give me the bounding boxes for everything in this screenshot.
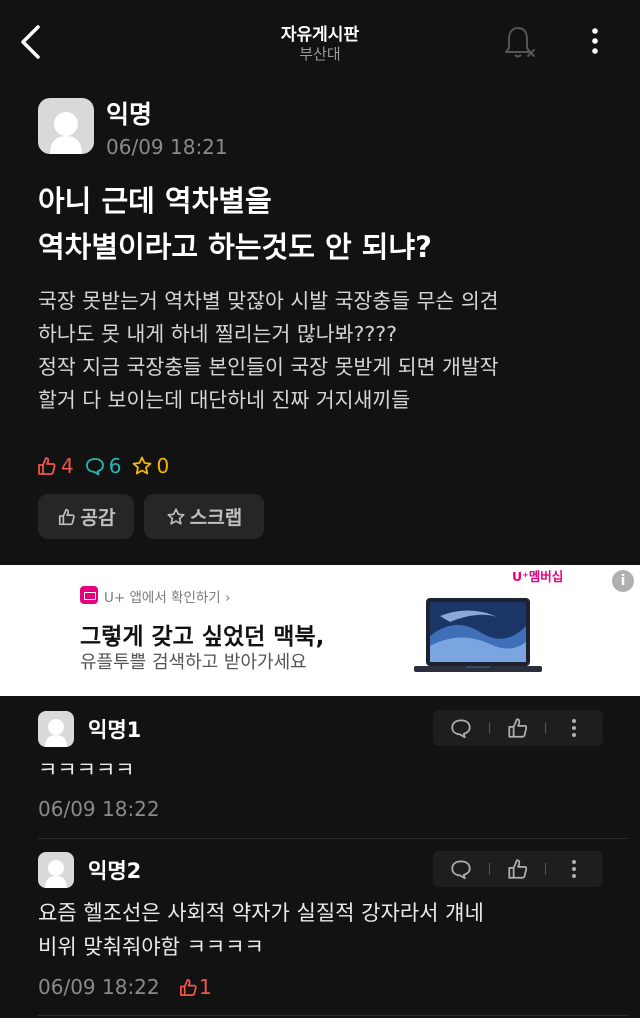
- thumbs-up-icon: [508, 859, 528, 879]
- comment-count-value: 6: [108, 454, 122, 478]
- star-icon: [133, 456, 152, 475]
- scrap-button[interactable]: 스크랩: [144, 494, 264, 539]
- post-author: 익명: [106, 100, 153, 129]
- board-title: 자유게시판: [280, 25, 360, 45]
- comment-text-line: 비위 맞춰줘야함 ㅋㅋㅋㅋ: [38, 935, 264, 959]
- ad-headline: 그렇게 갖고 싶었던 맥북,: [80, 624, 325, 650]
- comment-actions: [433, 851, 603, 887]
- comment-text: ㅋㅋㅋㅋㅋ: [38, 753, 135, 787]
- school-name: 부산대: [299, 45, 341, 63]
- thumbs-up-icon: [180, 978, 197, 996]
- post-body-line: 할거 다 보이는데 대단하네 진짜 거지새끼들: [38, 388, 411, 412]
- like-count-value: 4: [61, 454, 74, 478]
- divider: [545, 722, 546, 734]
- divider: [545, 863, 546, 875]
- thumbs-up-icon: [58, 508, 75, 525]
- uplus-app-icon: [80, 586, 98, 604]
- more-vertical-icon: [572, 860, 576, 878]
- comment-more-button[interactable]: [561, 716, 587, 740]
- anonymous-avatar-icon: [45, 719, 67, 747]
- thumbs-up-icon: [38, 457, 56, 475]
- comment-bubble-icon: [451, 860, 471, 880]
- scrap-count: 0: [131, 454, 169, 478]
- laptop-image: [410, 596, 546, 676]
- star-icon: [167, 507, 185, 525]
- post-title-line: 역차별이라고 하는것도 안 되냐?: [38, 230, 432, 264]
- comment-like-button[interactable]: [505, 857, 531, 881]
- more-vertical-icon: [592, 28, 598, 54]
- like-button-label: 공감: [80, 507, 116, 529]
- comment-divider: [38, 1015, 628, 1016]
- comment-like-count: 1: [178, 975, 212, 999]
- scrap-count-value: 0: [156, 454, 170, 478]
- ad-link-text[interactable]: U+ 앱에서 확인하기 ›: [104, 586, 230, 606]
- comment-date: 06/09 18:22: [38, 975, 160, 999]
- ad-brand-logo: U⁺멤버십: [512, 569, 564, 584]
- post-body-line: 국장 못받는거 역차별 맞잖아 시발 국장충들 무슨 의견: [38, 289, 499, 313]
- comment-bubble-icon: [451, 719, 471, 739]
- post-body-line: 하나도 못 내게 하네 찔리는거 많나봐????: [38, 322, 398, 346]
- divider: [489, 863, 490, 875]
- scrap-button-label: 스크랩: [189, 507, 243, 529]
- divider: [489, 722, 490, 734]
- comment-author-avatar: [38, 711, 74, 747]
- bell-off-icon: [505, 27, 535, 58]
- post-body: 국장 못받는거 역차별 맞잖아 시발 국장충들 무슨 의견 하나도 못 내게 하…: [38, 285, 618, 417]
- ad-subline: 유플투쁠 검색하고 받아가세요: [80, 652, 307, 673]
- comment-count: 6: [84, 454, 122, 478]
- comment-more-button[interactable]: [561, 857, 587, 881]
- comment-author: 익명2: [88, 859, 142, 883]
- post-title: 아니 근데 역차별을 역차별이라고 하는것도 안 되냐?: [38, 178, 618, 270]
- comment-text-line: 요즘 헬조선은 사회적 약자가 실질적 강자라서 걔네: [38, 901, 484, 925]
- comment-divider: [38, 838, 628, 839]
- comment-date: 06/09 18:22: [38, 797, 160, 821]
- post-author-avatar: [38, 98, 94, 154]
- comment-bubble-icon: [85, 458, 104, 476]
- anonymous-avatar-icon: [45, 860, 67, 888]
- more-vertical-icon: [572, 719, 576, 737]
- reply-button[interactable]: [448, 716, 474, 740]
- comment-like-value: 1: [199, 975, 212, 999]
- comment-author: 익명1: [88, 718, 142, 742]
- like-count: 4: [36, 454, 74, 478]
- comment-actions: [433, 710, 603, 746]
- top-bar: 자유게시판 부산대: [0, 0, 640, 88]
- notification-toggle-button[interactable]: [500, 22, 540, 62]
- anonymous-avatar-icon: [50, 112, 82, 154]
- comment-text: 요즘 헬조선은 사회적 약자가 실질적 강자라서 걔네 비위 맞춰줘야함 ㅋㅋㅋ…: [38, 896, 484, 964]
- like-button[interactable]: 공감: [38, 494, 134, 539]
- comment-like-button[interactable]: [505, 716, 531, 740]
- more-options-button[interactable]: [582, 24, 608, 58]
- ad-info-icon[interactable]: i: [612, 570, 634, 592]
- post-body-line: 정작 지금 국장충들 본인들이 국장 못받게 되면 개발작: [38, 355, 499, 379]
- post-title-line: 아니 근데 역차별을: [38, 184, 272, 218]
- comment-text-line: ㅋㅋㅋㅋㅋ: [38, 758, 135, 782]
- thumbs-up-icon: [508, 718, 528, 738]
- post-date: 06/09 18:21: [106, 135, 228, 159]
- comment-author-avatar: [38, 852, 74, 888]
- reply-button[interactable]: [448, 857, 474, 881]
- post-stats: 4 6 0: [36, 452, 179, 480]
